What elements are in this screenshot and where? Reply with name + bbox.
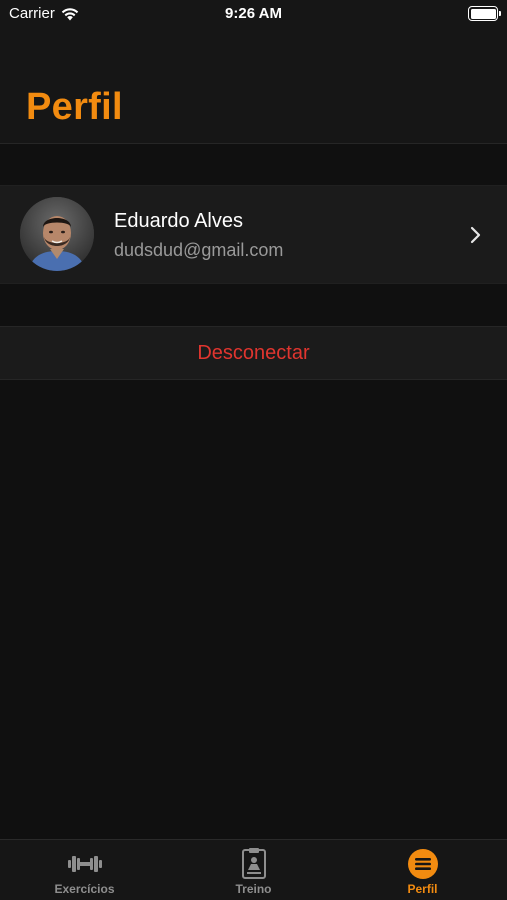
avatar-photo — [20, 197, 94, 271]
avatar — [20, 197, 94, 271]
tab-exercicios[interactable]: Exercícios — [0, 840, 169, 900]
workout-board-icon — [239, 848, 269, 880]
tab-bar: Exercícios Treino Perfil — [0, 839, 507, 900]
status-time: 9:26 AM — [225, 5, 282, 22]
dumbbell-icon — [67, 848, 103, 880]
tab-perfil[interactable]: Perfil — [338, 840, 507, 900]
profile-email: dudsdud@gmail.com — [114, 240, 284, 260]
profile-row[interactable]: Eduardo Alves dudsdud@gmail.com — [0, 185, 507, 284]
tab-treino[interactable]: Treino — [169, 840, 338, 900]
disconnect-label: Desconectar — [197, 341, 310, 364]
tab-label-perfil: Perfil — [407, 882, 438, 896]
chevron-right-icon — [470, 226, 481, 244]
battery-icon — [468, 6, 501, 21]
profile-name: Eduardo Alves — [114, 210, 243, 232]
nav-header: Perfil — [0, 28, 507, 144]
menu-lines-icon — [407, 848, 439, 880]
profile-screen: Carrier 9:26 AM Perfil Eduardo Alves dud… — [0, 0, 507, 900]
tab-label-exercicios: Exercícios — [54, 882, 115, 896]
disconnect-button[interactable]: Desconectar — [0, 326, 507, 380]
status-bar: Carrier 9:26 AM — [0, 0, 507, 28]
page-title: Perfil — [26, 86, 123, 128]
tab-label-treino: Treino — [235, 882, 272, 896]
